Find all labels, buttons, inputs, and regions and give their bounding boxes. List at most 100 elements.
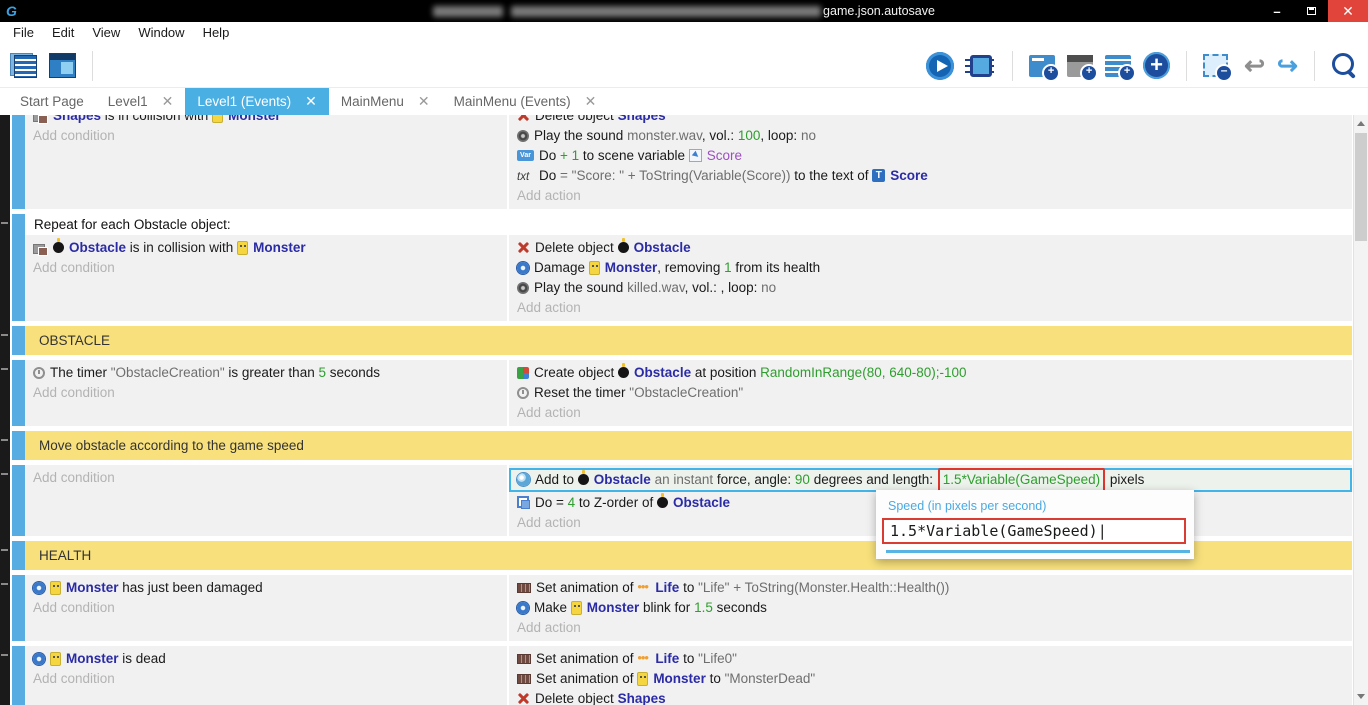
event-selection-bar[interactable]: [12, 214, 25, 321]
text-segment: Make: [534, 600, 571, 615]
monster-icon: [212, 115, 223, 123]
comment-event[interactable]: Move obstacle according to the game spee…: [25, 431, 1352, 460]
action-line[interactable]: Play the sound killed.wav, vol.: , loop:…: [509, 278, 1352, 298]
maximize-button[interactable]: [1294, 0, 1328, 22]
action-line[interactable]: Do + 1 to scene variable Score: [509, 146, 1352, 166]
text-segment: + 1: [560, 148, 579, 163]
add-comment-icon[interactable]: [1105, 55, 1131, 77]
zorder-icon: [517, 496, 530, 509]
menu-item-help[interactable]: Help: [194, 22, 239, 44]
scrollbar-thumb[interactable]: [1355, 133, 1367, 241]
condition-line[interactable]: Monster is dead: [25, 649, 507, 669]
close-button[interactable]: ✕: [1328, 0, 1368, 22]
add-action-link[interactable]: Add action: [509, 618, 1352, 638]
tab-close-icon[interactable]: ✕: [585, 93, 597, 110]
action-line[interactable]: Create object Obstacle at position Rando…: [509, 363, 1352, 383]
event-selection-bar[interactable]: [12, 326, 25, 355]
text-segment: Monster: [653, 671, 706, 686]
search-icon[interactable]: [1331, 52, 1358, 79]
add-condition-link[interactable]: Add condition: [25, 383, 507, 403]
tab-start-page[interactable]: Start Page: [8, 88, 96, 115]
timer-icon: [33, 367, 45, 379]
event-selection-bar[interactable]: [12, 360, 25, 426]
action-line[interactable]: Damage Monster, removing 1 from its heal…: [509, 258, 1352, 278]
menu-item-edit[interactable]: Edit: [43, 22, 83, 44]
expression-input[interactable]: 1.5*Variable(GameSpeed)|: [882, 518, 1186, 544]
add-condition-link[interactable]: Add condition: [25, 258, 507, 278]
monster-icon: [637, 672, 648, 686]
fold-tick[interactable]: [1, 368, 8, 370]
add-action-link[interactable]: Add action: [509, 298, 1352, 318]
action-line[interactable]: Delete object Shapes: [509, 115, 1352, 126]
action-line[interactable]: Reset the timer "ObstacleCreation": [509, 383, 1352, 403]
add-condition-link[interactable]: Add condition: [25, 126, 507, 146]
vertical-scrollbar[interactable]: [1353, 115, 1368, 705]
condition-line[interactable]: Obstacle is in collision with Monster: [25, 238, 507, 258]
title-bar: G game.json.autosave – ✕: [0, 0, 1368, 22]
add-condition-link[interactable]: Add condition: [25, 669, 507, 689]
add-condition-link[interactable]: Add condition: [25, 468, 507, 488]
add-event-icon[interactable]: [1029, 55, 1055, 77]
menu-item-file[interactable]: File: [4, 22, 43, 44]
action-line[interactable]: Play the sound monster.wav, vol.: 100, l…: [509, 126, 1352, 146]
comment-event[interactable]: OBSTACLE: [25, 326, 1352, 355]
fold-tick[interactable]: [1, 583, 8, 585]
tab-level1-events-[interactable]: Level1 (Events) ✕: [185, 88, 329, 115]
action-line[interactable]: Do = "Score: " + ToString(Variable(Score…: [509, 166, 1352, 186]
repeat-event-header[interactable]: Repeat for each Obstacle object:: [25, 214, 1352, 235]
action-line[interactable]: Delete object Shapes: [509, 689, 1352, 705]
action-line[interactable]: Set animation of Life to "Life" + ToStri…: [509, 578, 1352, 598]
add-action-link[interactable]: Add action: [509, 403, 1352, 423]
debug-icon[interactable]: [970, 55, 992, 77]
add-new-event-icon[interactable]: [1143, 52, 1170, 79]
action-line[interactable]: Add to Obstacle an instant force, angle:…: [509, 468, 1352, 492]
redo-icon[interactable]: ↪: [1277, 53, 1298, 79]
menu-item-view[interactable]: View: [83, 22, 129, 44]
event-selection-bar[interactable]: [12, 646, 25, 705]
event-selection-bar[interactable]: [12, 115, 25, 209]
scrollbar-down-arrow[interactable]: [1354, 689, 1368, 704]
fold-tick[interactable]: [1, 473, 8, 475]
actions-column: Create object Obstacle at position Rando…: [509, 360, 1352, 426]
menu-item-window[interactable]: Window: [129, 22, 193, 44]
tab-close-icon[interactable]: ✕: [418, 93, 430, 110]
bomb-icon: [618, 242, 629, 253]
fold-tick[interactable]: [1, 549, 8, 551]
add-action-link[interactable]: Add action: [509, 186, 1352, 206]
tab-level1[interactable]: Level1✕: [96, 88, 186, 115]
actions-column: Set animation of Life to "Life" + ToStri…: [509, 575, 1352, 641]
condition-line[interactable]: Monster has just been damaged: [25, 578, 507, 598]
condition-line[interactable]: Shapes is in collision with Monster: [25, 115, 507, 126]
fold-tick[interactable]: [1, 654, 8, 656]
fold-tick[interactable]: [1, 222, 8, 224]
fold-tick[interactable]: [1, 334, 8, 336]
text-segment: from its health: [732, 260, 821, 275]
delete-icon: [517, 241, 530, 254]
scene-editor-icon[interactable]: [49, 53, 76, 78]
action-line[interactable]: Set animation of Monster to "MonsterDead…: [509, 669, 1352, 689]
action-line[interactable]: Delete object Obstacle: [509, 238, 1352, 258]
tab-label: Level1 (Events): [197, 94, 291, 109]
event-selection-bar[interactable]: [12, 541, 25, 570]
timer-icon: [517, 387, 529, 399]
event-selection-bar[interactable]: [12, 575, 25, 641]
undo-icon[interactable]: ↩: [1244, 53, 1265, 79]
event-selection-bar[interactable]: [12, 465, 25, 536]
tab-mainmenu[interactable]: MainMenu✕: [329, 88, 442, 115]
event-selection-bar[interactable]: [12, 431, 25, 460]
remove-event-icon[interactable]: [1203, 54, 1228, 77]
fold-tick[interactable]: [1, 439, 8, 441]
tab-close-icon[interactable]: ✕: [162, 93, 174, 110]
preview-play-icon[interactable]: [926, 52, 954, 80]
add-condition-link[interactable]: Add condition: [25, 598, 507, 618]
minimize-button[interactable]: –: [1260, 0, 1294, 22]
tab-mainmenu-events-[interactable]: MainMenu (Events)✕: [442, 88, 609, 115]
condition-line[interactable]: The timer "ObstacleCreation" is greater …: [25, 363, 507, 383]
tab-close-icon[interactable]: ✕: [305, 93, 317, 110]
actions-column: Delete object ShapesPlay the sound monst…: [509, 115, 1352, 209]
action-line[interactable]: Make Monster blink for 1.5 seconds: [509, 598, 1352, 618]
scrollbar-up-arrow[interactable]: [1354, 116, 1368, 131]
add-subevent-icon[interactable]: [1067, 55, 1093, 77]
project-manager-icon[interactable]: [10, 53, 37, 78]
action-line[interactable]: Set animation of Life to "Life0": [509, 649, 1352, 669]
